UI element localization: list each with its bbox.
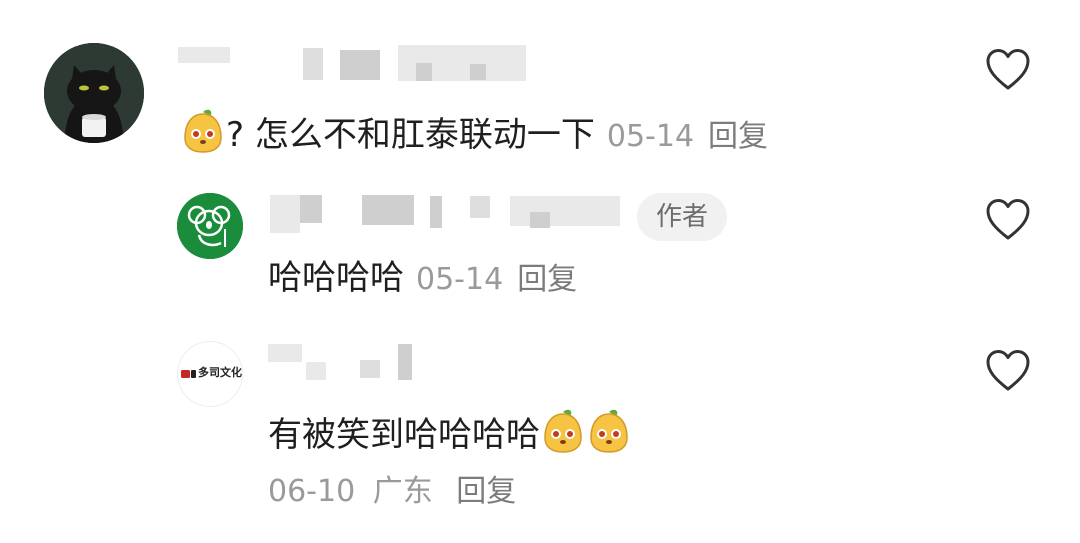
like-button[interactable] xyxy=(985,48,1031,92)
avatar-brand-logo[interactable]: 多司文化 xyxy=(177,341,243,407)
heart-outline-icon xyxy=(986,49,1030,90)
comment-text: 哈哈哈哈 xyxy=(268,258,404,298)
username-redacted[interactable] xyxy=(270,195,300,233)
like-button[interactable] xyxy=(985,349,1031,393)
username-redacted xyxy=(362,195,414,225)
comment-thread: ? 怎么不和肛泰联动一下 05-14 回复 作者 哈哈哈哈 05-14 回复 多… xyxy=(0,0,1080,543)
username-redacted xyxy=(360,360,380,378)
comment-location: 广东 xyxy=(372,474,433,509)
orange-blob-emoji-icon xyxy=(544,409,582,453)
comment-2-body: 哈哈哈哈 05-14 回复 xyxy=(268,258,577,300)
orange-blob-emoji-icon xyxy=(184,109,222,153)
cat-avatar-image xyxy=(44,43,144,143)
reply-button[interactable]: 回复 xyxy=(517,262,577,297)
username-redacted xyxy=(340,50,380,80)
comment-date: 05-14 xyxy=(416,262,504,297)
comment-1-body: ? 怎么不和肛泰联动一下 05-14 回复 xyxy=(180,108,768,157)
comment-text: ? 怎么不和肛泰联动一下 xyxy=(226,115,595,155)
heart-outline-icon xyxy=(986,350,1030,391)
comment-date: 05-14 xyxy=(606,119,695,154)
comment-date: 06-10 xyxy=(268,474,356,509)
username-redacted xyxy=(398,344,412,380)
username-redacted xyxy=(300,195,322,223)
avatar-koala[interactable] xyxy=(177,193,243,259)
avatar-cat[interactable] xyxy=(44,43,144,143)
orange-blob-emoji-icon xyxy=(590,409,628,453)
username-redacted xyxy=(530,212,550,228)
username-redacted xyxy=(470,64,486,80)
username-redacted xyxy=(306,362,326,380)
like-button[interactable] xyxy=(985,198,1031,242)
username-redacted xyxy=(416,63,432,81)
comment-3-body: 有被笑到哈哈哈哈 xyxy=(268,408,632,455)
comment-text: 有被笑到哈哈哈哈 xyxy=(268,415,540,455)
username-redacted xyxy=(510,196,620,226)
username-redacted[interactable] xyxy=(268,344,302,362)
reply-button[interactable]: 回复 xyxy=(708,119,768,154)
comment-3-meta: 06-10 广东 回复 xyxy=(268,472,516,512)
author-badge: 作者 xyxy=(637,193,727,241)
reply-button[interactable]: 回复 xyxy=(456,474,516,509)
username-redacted[interactable] xyxy=(178,47,230,63)
koala-avatar-image xyxy=(177,193,243,259)
username-redacted xyxy=(430,196,442,228)
username-redacted xyxy=(303,48,323,80)
heart-outline-icon xyxy=(986,199,1030,240)
brand-logo-text: 多司文化 xyxy=(198,366,242,379)
username-redacted xyxy=(470,196,490,218)
